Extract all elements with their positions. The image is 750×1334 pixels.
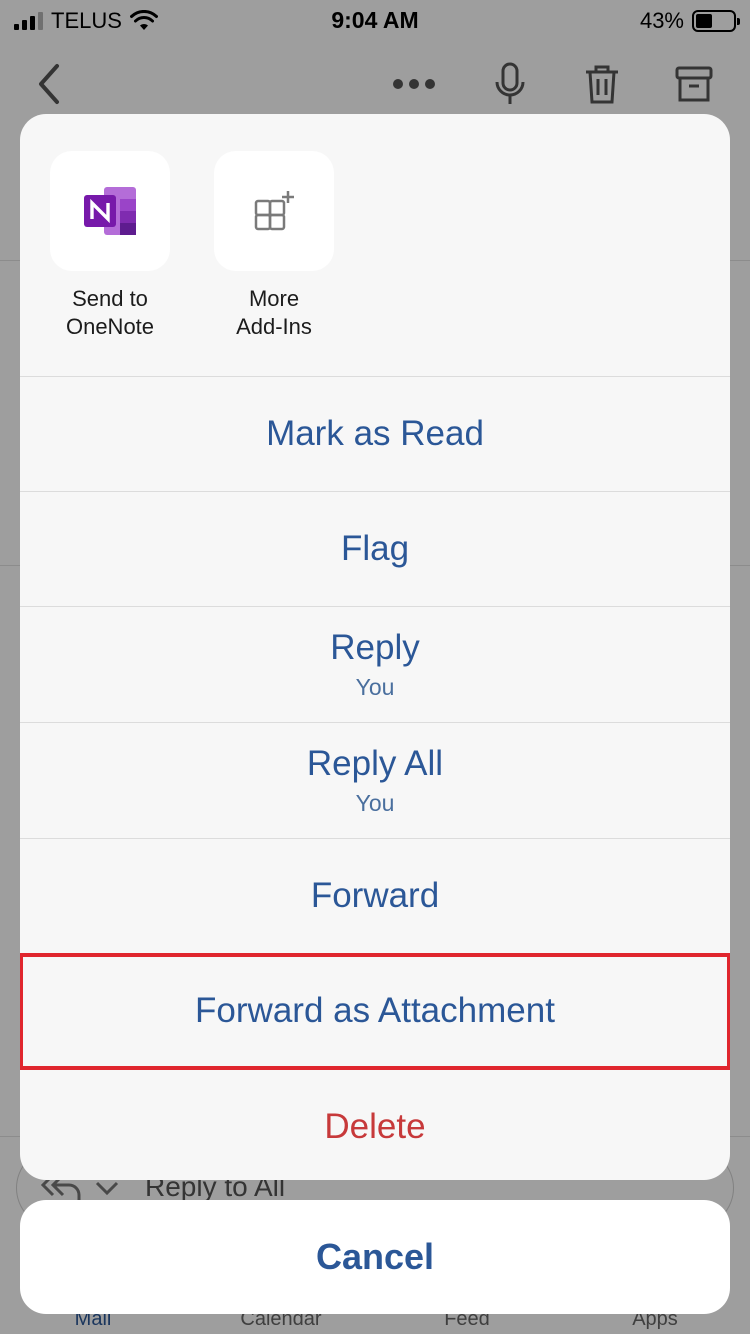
more-addins-button[interactable]: More Add-Ins	[214, 151, 334, 341]
action-sublabel: You	[355, 790, 395, 816]
addin-label: More Add-Ins	[236, 286, 312, 339]
action-label: Delete	[324, 1106, 426, 1146]
cancel-button[interactable]: Cancel	[20, 1200, 730, 1314]
send-to-onenote-button[interactable]: Send to OneNote	[50, 151, 170, 341]
action-label: Mark as Read	[266, 414, 484, 453]
onenote-icon	[84, 187, 136, 235]
addins-row: Send to OneNote More Add-Ins	[20, 114, 730, 377]
action-label: Reply	[330, 628, 420, 667]
delete-button[interactable]: Delete	[20, 1069, 730, 1180]
reply-all-button[interactable]: Reply All You	[20, 723, 730, 839]
flag-button[interactable]: Flag	[20, 492, 730, 607]
action-label: Forward	[310, 876, 440, 915]
cancel-label: Cancel	[315, 1236, 435, 1277]
addin-label: Send to OneNote	[65, 286, 155, 339]
forward-button[interactable]: Forward	[20, 839, 730, 954]
add-grid-icon	[254, 191, 294, 231]
action-label: Forward as Attachment	[195, 991, 555, 1030]
outlook-message-screen: TELUS 9:04 AM 43% Reply to All Mail Cale…	[0, 0, 750, 1334]
reply-button[interactable]: Reply You	[20, 607, 730, 723]
action-sublabel: You	[355, 674, 395, 700]
action-label: Reply All	[306, 744, 444, 783]
forward-as-attachment-button[interactable]: Forward as Attachment	[20, 953, 730, 1070]
action-label: Flag	[340, 529, 410, 568]
mark-as-read-button[interactable]: Mark as Read	[20, 377, 730, 492]
action-sheet: Send to OneNote More Add-Ins Mark as Rea…	[20, 114, 730, 1180]
